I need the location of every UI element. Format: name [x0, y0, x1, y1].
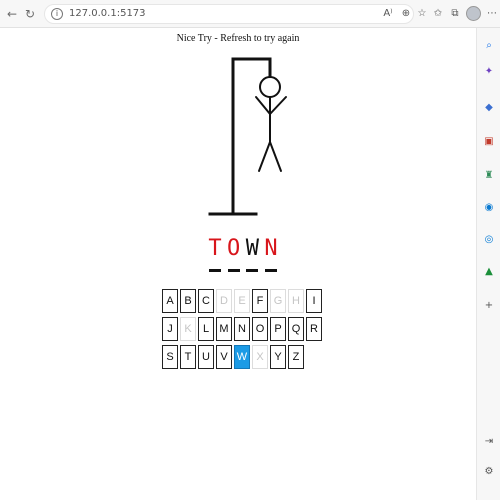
- key-q[interactable]: Q: [288, 317, 304, 341]
- hide-sidebar-icon[interactable]: ⇥: [481, 434, 497, 450]
- letter-underline: [209, 269, 221, 272]
- key-h: H: [288, 289, 304, 313]
- browser-toolbar: ← ↻ i 127.0.0.1:5173 A⁾ ⊕ ☆ ✩ ⧉ ⋯: [0, 0, 500, 28]
- games-icon[interactable]: ♜: [481, 168, 497, 184]
- key-k: K: [180, 317, 196, 341]
- key-p[interactable]: P: [270, 317, 286, 341]
- letter-underline: [246, 269, 259, 272]
- letter-slot: W: [245, 236, 259, 276]
- letter-underline: [227, 269, 240, 272]
- favorite-icon[interactable]: ☆: [414, 6, 430, 22]
- zoom-icon[interactable]: ⊕: [398, 6, 414, 22]
- collections-icon[interactable]: ⧉: [447, 6, 463, 22]
- read-aloud-icon[interactable]: A⁾: [380, 6, 396, 22]
- keyboard-row: S T U V W X Y Z: [162, 345, 322, 369]
- letter-slot: N: [264, 236, 278, 276]
- keyboard-row: A B C D E F G H I: [162, 289, 322, 313]
- word-letter: T: [208, 236, 222, 261]
- figure-right-leg: [269, 141, 282, 172]
- key-a[interactable]: A: [162, 289, 178, 313]
- key-f[interactable]: F: [252, 289, 268, 313]
- letter-slot: T: [208, 236, 222, 276]
- key-d: D: [216, 289, 232, 313]
- revealed-word: T O W N: [208, 236, 278, 276]
- back-icon[interactable]: ←: [4, 6, 20, 22]
- favorites-bar-icon[interactable]: ✩: [430, 6, 446, 22]
- tools-icon[interactable]: ▣: [481, 134, 497, 150]
- shopping-icon[interactable]: ◆: [481, 100, 497, 116]
- key-y[interactable]: Y: [270, 345, 286, 369]
- key-c[interactable]: C: [198, 289, 214, 313]
- profile-avatar[interactable]: [466, 6, 481, 21]
- tree-icon[interactable]: ▲: [481, 264, 497, 280]
- key-x: X: [252, 345, 268, 369]
- letter-underline: [264, 269, 277, 272]
- key-b[interactable]: B: [180, 289, 196, 313]
- search-icon[interactable]: ⌕: [481, 38, 497, 54]
- key-i[interactable]: I: [306, 289, 322, 313]
- office-icon[interactable]: ◉: [481, 200, 497, 216]
- key-l[interactable]: L: [198, 317, 214, 341]
- word-letter: W: [245, 236, 259, 261]
- key-z[interactable]: Z: [288, 345, 304, 369]
- address-bar[interactable]: i 127.0.0.1:5173: [44, 4, 414, 24]
- site-info-icon[interactable]: i: [51, 8, 63, 20]
- key-w[interactable]: W: [234, 345, 250, 369]
- settings-icon[interactable]: ⚙: [481, 464, 497, 480]
- keyboard-row: J K L M N O P Q R: [162, 317, 322, 341]
- hangman-drawing: [208, 57, 287, 216]
- key-m[interactable]: M: [216, 317, 232, 341]
- copilot-icon[interactable]: ✦: [481, 64, 497, 80]
- key-v[interactable]: V: [216, 345, 232, 369]
- address-url: 127.0.0.1:5173: [69, 8, 146, 19]
- outlook-icon[interactable]: ◎: [481, 232, 497, 248]
- word-letter: O: [227, 236, 241, 261]
- letter-slot: O: [227, 236, 241, 276]
- refresh-icon[interactable]: ↻: [22, 6, 38, 22]
- word-letter: N: [264, 236, 278, 261]
- key-t[interactable]: T: [180, 345, 196, 369]
- key-n[interactable]: N: [234, 317, 250, 341]
- figure-left-leg: [258, 141, 271, 172]
- key-u[interactable]: U: [198, 345, 214, 369]
- browser-sidebar: ⌕ ✦ ◆ ▣ ♜ ◉ ◎ ▲ + ⇥ ⚙: [476, 28, 500, 500]
- status-message: Nice Try - Refresh to try again: [176, 33, 300, 44]
- figure-left-arm: [255, 96, 271, 115]
- key-r[interactable]: R: [306, 317, 322, 341]
- add-icon[interactable]: +: [481, 298, 497, 314]
- figure-right-arm: [269, 96, 287, 115]
- letter-keyboard: A B C D E F G H I J K L M N O P Q R S T …: [162, 289, 322, 373]
- figure-head: [259, 76, 281, 98]
- more-menu-icon[interactable]: ⋯: [484, 6, 500, 22]
- key-g: G: [270, 289, 286, 313]
- key-e: E: [234, 289, 250, 313]
- key-o[interactable]: O: [252, 317, 268, 341]
- page-content: Nice Try - Refresh to try again T O W N …: [0, 28, 476, 500]
- key-s[interactable]: S: [162, 345, 178, 369]
- key-j[interactable]: J: [162, 317, 178, 341]
